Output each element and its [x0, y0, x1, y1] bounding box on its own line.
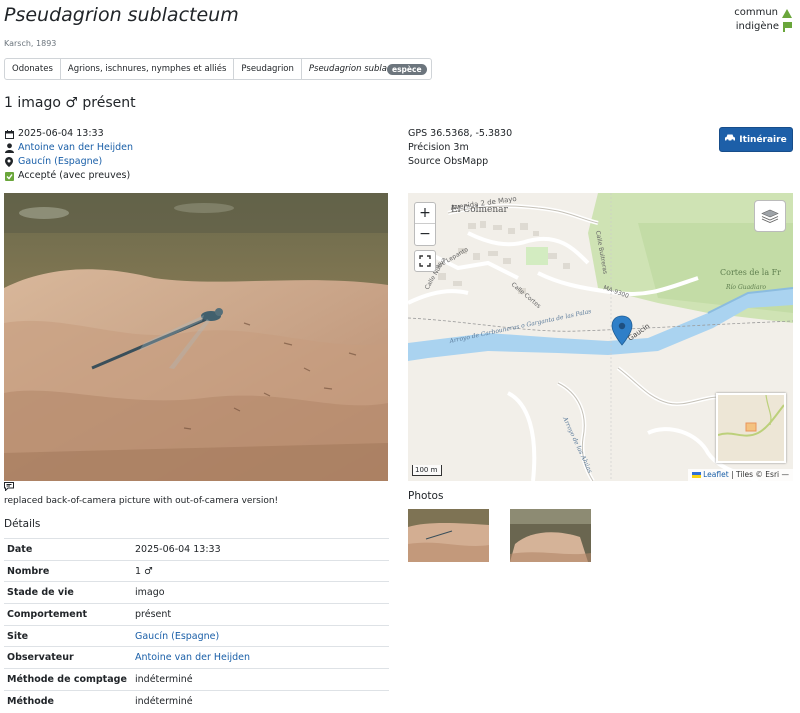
details-title: Détails	[4, 518, 41, 530]
car-icon	[725, 134, 736, 145]
observation-meta: 2025-06-04 13:33 Antoine van der Heijden…	[4, 127, 133, 183]
photo-thumbnail-2[interactable]	[510, 509, 591, 562]
zoom-out-button[interactable]: −	[415, 224, 435, 245]
gps-label: GPS	[408, 128, 428, 139]
species-author: Karsch, 1893	[4, 39, 57, 48]
table-row: Date 2025-06-04 13:33	[4, 538, 389, 561]
map-attribution: Leaflet | Tiles © Esri —	[688, 469, 793, 481]
status-box: commun indigène	[734, 6, 792, 34]
layers-icon	[761, 209, 779, 223]
user-icon	[4, 143, 14, 153]
flag-icon	[783, 22, 792, 32]
details-value: 2025-06-04 13:33	[132, 538, 389, 561]
photo-thumbnail-1[interactable]	[408, 509, 489, 562]
breadcrumb-item-family[interactable]: Agrions, ischnures, nymphes et alliés	[61, 59, 235, 79]
details-value: 1 ♂	[132, 559, 389, 582]
details-value: indéterminé	[132, 689, 389, 712]
comment-icon	[4, 482, 14, 494]
gps-coords: 36.5368, -5.3830	[430, 128, 513, 139]
table-row: Observateur Antoine van der Heijden	[4, 646, 389, 669]
observation-headline: 1 imago ♂ présent	[4, 95, 136, 111]
details-key: Observateur	[4, 646, 132, 669]
table-row: Nombre 1 ♂	[4, 559, 389, 582]
map-label-river: Río Guadiaro	[725, 284, 766, 291]
details-key: Méthode de comptage	[4, 668, 132, 691]
map-label-place: Cortes de la Fr	[720, 268, 781, 277]
zoom-control: + −	[414, 202, 436, 246]
gps-info: GPS 36.5368, -5.3830 Précision 3m Source…	[408, 127, 512, 169]
map-marker-icon	[4, 157, 14, 167]
table-row: Méthode de comptage indéterminé	[4, 668, 389, 691]
details-value: indéterminé	[132, 668, 389, 691]
precision-value: 3m	[453, 142, 469, 153]
observation-comment: replaced back-of-camera picture with out…	[4, 496, 279, 506]
details-key: Méthode	[4, 689, 132, 712]
breadcrumb-item-order[interactable]: Odonates	[5, 59, 61, 79]
minimap[interactable]	[716, 393, 786, 463]
route-button[interactable]: Itinéraire	[719, 127, 793, 152]
source-value: ObsMapp	[443, 156, 489, 167]
photos-title: Photos	[408, 490, 444, 502]
details-key: Nombre	[4, 559, 132, 582]
tiles-attribution: | Tiles © Esri —	[731, 470, 789, 479]
table-row: Stade de vie imago	[4, 581, 389, 604]
map-label-town: El Colmenar	[451, 205, 509, 215]
table-row: Site Gaucín (Espagne)	[4, 624, 389, 647]
layers-button[interactable]	[754, 200, 786, 232]
breadcrumb: Odonates Agrions, ischnures, nymphes et …	[4, 58, 432, 80]
site-link[interactable]: Gaucín (Espagne)	[18, 155, 102, 169]
details-key: Stade de vie	[4, 581, 132, 604]
route-button-label: Itinéraire	[739, 134, 787, 145]
zoom-in-button[interactable]: +	[415, 203, 435, 224]
map-scale: 100 m	[412, 465, 442, 476]
details-value: imago	[132, 581, 389, 604]
details-value[interactable]: Gaucín (Espagne)	[132, 624, 389, 647]
abundance-label: commun	[734, 7, 778, 18]
details-value: présent	[132, 603, 389, 626]
validation-status: Accepté (avec preuves)	[18, 170, 131, 181]
details-key: Comportement	[4, 603, 132, 626]
details-key: Site	[4, 624, 132, 647]
fullscreen-button[interactable]	[414, 250, 436, 272]
origin-label: indigène	[735, 21, 779, 32]
details-value[interactable]: Antoine van der Heijden	[132, 646, 389, 669]
observer-link[interactable]: Antoine van der Heijden	[18, 141, 133, 155]
rank-badge: espèce	[387, 64, 427, 75]
table-row: Comportement présent	[4, 603, 389, 626]
observation-photo[interactable]	[4, 193, 388, 481]
abundance-triangle-icon	[782, 8, 792, 18]
precision-label: Précision	[408, 142, 451, 153]
leaflet-link[interactable]: Leaflet	[703, 470, 729, 479]
table-row: Méthode indéterminé	[4, 689, 389, 712]
breadcrumb-item-genus[interactable]: Pseudagrion	[234, 59, 302, 79]
species-title: Pseudagrion sublacteum	[4, 4, 239, 26]
details-key: Date	[4, 538, 132, 561]
ukraine-flag-icon	[692, 472, 702, 478]
fullscreen-icon	[419, 255, 431, 267]
observation-datetime: 2025-06-04 13:33	[18, 128, 104, 139]
source-label: Source	[408, 156, 441, 167]
map[interactable]: Avenida 2 de Mayo El Colmenar Calle Buit…	[408, 193, 793, 481]
check-square-icon	[4, 171, 14, 181]
details-table: Date 2025-06-04 13:33 Nombre 1 ♂ Stade de vi…	[4, 538, 389, 712]
calendar-icon	[4, 129, 14, 139]
